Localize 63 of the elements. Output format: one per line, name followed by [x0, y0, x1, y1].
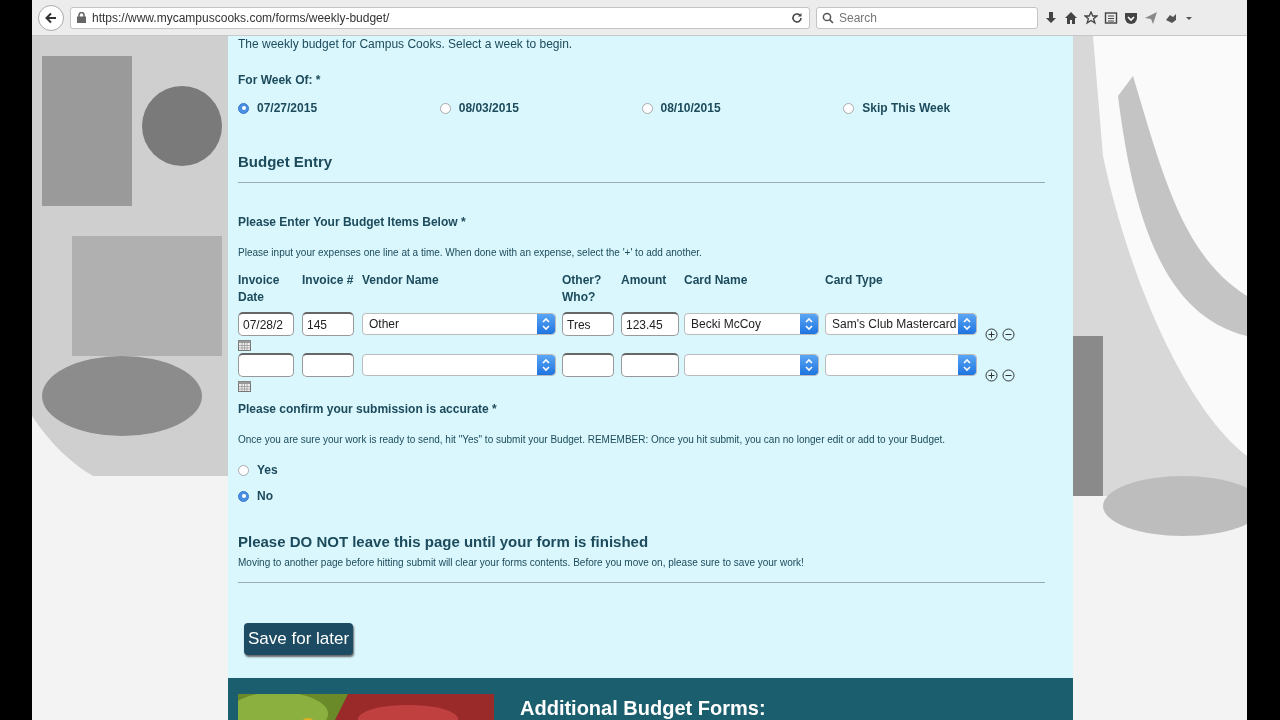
column-header: Amount — [621, 273, 667, 287]
stepper-icon — [800, 314, 818, 334]
invoice-input[interactable]: 145 — [302, 312, 354, 336]
warning-text: Moving to another page before hitting submit will clear your forms contents. Before you move on, please sure to save your work! — [238, 557, 805, 568]
dropdown[interactable]: Sam's Club Mastercard — [825, 313, 977, 335]
column-header: Invoice Date — [238, 273, 280, 304]
column-header: Card Type — [825, 273, 883, 287]
calendar-icon[interactable] — [238, 381, 251, 392]
remove-icon[interactable] — [1002, 328, 1015, 341]
search-field[interactable]: Search — [816, 6, 1038, 29]
dropdown[interactable]: Becki McCoy — [684, 313, 819, 335]
radio-option[interactable]: 08/10/2015 — [641, 101, 844, 115]
field-label: Please confirm your submission is accurate * — [238, 402, 498, 416]
dropdown[interactable] — [684, 354, 819, 376]
stepper-icon — [537, 355, 555, 375]
save-button[interactable]: Save for later — [244, 623, 354, 655]
dropdown[interactable]: Other — [362, 313, 556, 335]
search-icon — [822, 11, 834, 24]
radio-option[interactable]: Yes — [238, 463, 1045, 477]
download-icon[interactable] — [1044, 10, 1058, 25]
date-input[interactable] — [238, 353, 294, 377]
invoice-input[interactable] — [302, 353, 354, 377]
help-text: Please input your expenses one line at a time. When done with an expense, select the '+' to add another. — [238, 247, 703, 258]
column-header: Card Name — [684, 273, 748, 287]
pocket-icon[interactable] — [1124, 10, 1138, 25]
stepper-icon — [958, 355, 976, 375]
column-header: Other? Who? — [562, 273, 602, 304]
amount-input[interactable]: 123.45 — [621, 312, 679, 336]
who-input[interactable]: Tres — [562, 312, 614, 336]
who-input[interactable] — [562, 353, 614, 377]
radio-option[interactable]: 08/03/2015 — [439, 101, 642, 115]
section-heading: Budget Entry — [238, 153, 334, 170]
radio-option[interactable]: 07/27/2015 — [238, 101, 440, 115]
help-text: Once you are sure your work is ready to send, hit "Yes" to submit your Budget. REMEMBER: Once you hit submit, you can no longer edit or add to your Budget. — [238, 434, 947, 445]
remove-icon[interactable] — [1002, 369, 1015, 382]
column-header: Vendor Name — [362, 273, 439, 287]
intro-text: The weekly budget for Campus Cooks. Select a week to begin. — [238, 37, 574, 51]
stepper-icon — [958, 314, 976, 334]
radio-option[interactable]: Skip This Week — [843, 101, 1045, 115]
warning-heading: Please DO NOT leave this page until your form is finished — [238, 533, 650, 550]
lock-icon — [77, 12, 86, 23]
footer-heading: Additional Budget Forms: — [520, 696, 766, 720]
calendar-icon[interactable] — [238, 340, 251, 351]
stepper-icon — [800, 355, 818, 375]
date-input[interactable]: 07/28/2 — [238, 312, 294, 336]
send-icon[interactable] — [1144, 10, 1158, 25]
radio-option[interactable]: No — [238, 489, 1045, 503]
home-icon[interactable] — [1064, 10, 1078, 25]
back-arrow-icon — [44, 10, 58, 25]
add-icon[interactable] — [985, 328, 998, 341]
amount-input[interactable] — [621, 353, 679, 377]
reload-icon[interactable] — [791, 11, 803, 24]
dropdown[interactable] — [825, 354, 977, 376]
star-icon[interactable] — [1084, 10, 1098, 25]
address-bar[interactable]: https://www.mycampuscooks.com/forms/weekly-budget/ — [70, 6, 810, 29]
field-label: For Week Of: * — [238, 73, 322, 87]
dropdown[interactable] — [362, 354, 556, 376]
back-button[interactable] — [38, 4, 64, 31]
stepper-icon — [537, 314, 555, 334]
column-header: Invoice # — [302, 273, 354, 287]
reading-list-icon[interactable] — [1104, 10, 1118, 25]
field-label: Please Enter Your Budget Items Below * — [238, 215, 467, 229]
add-icon[interactable] — [985, 369, 998, 382]
